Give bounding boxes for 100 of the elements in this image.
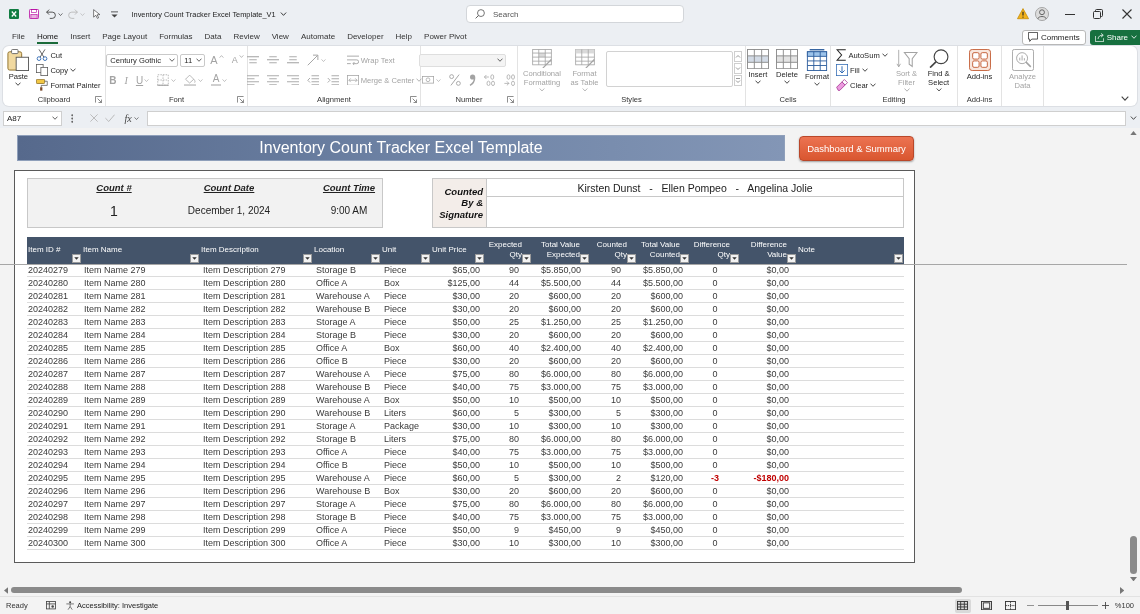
table-cell-text: Piece — [383, 303, 408, 315]
column-header: Total Value Expected — [540, 240, 580, 260]
column-header: Item Name — [83, 245, 124, 255]
table-cell-text: $3.000,00 — [539, 511, 582, 523]
table-cell-text: 20240293 — [27, 446, 70, 458]
caret-icon — [436, 78, 441, 82]
menu-tab[interactable]: Page Layout — [102, 30, 148, 44]
filter-dropdown-icon[interactable] — [371, 254, 380, 263]
table-cell-text: $40,00 — [451, 511, 481, 523]
table-cell-text: $600,00 — [547, 329, 582, 341]
warning-icon[interactable] — [1017, 8, 1029, 20]
table-cell-text: $6.000,00 — [539, 498, 582, 510]
table-cell-text: Storage B — [315, 433, 358, 445]
filter-dropdown-icon[interactable] — [730, 254, 739, 263]
menu-tab[interactable]: Power Pivot — [424, 30, 467, 44]
triangle-left-icon[interactable] — [4, 586, 9, 594]
dialog-launcher-icon[interactable] — [507, 95, 514, 103]
filter-dropdown-icon[interactable] — [72, 254, 81, 263]
search-field[interactable]: Search — [466, 5, 684, 23]
restore-icon[interactable] — [1093, 9, 1103, 19]
name-box[interactable]: A87 — [3, 110, 62, 126]
table-cell-text: $125,00 — [446, 277, 481, 289]
expand-icon[interactable] — [734, 75, 742, 86]
triangle-up-icon[interactable] — [1130, 131, 1137, 136]
view-button[interactable] — [954, 598, 971, 613]
dialog-launcher-icon[interactable] — [237, 95, 244, 103]
table-cell-text: $0,00 — [765, 459, 790, 471]
filter-dropdown-icon[interactable] — [522, 254, 531, 263]
triangle-down-icon[interactable] — [1130, 576, 1137, 581]
filter-dropdown-icon[interactable] — [421, 254, 430, 263]
sheet-icon[interactable] — [45, 601, 56, 610]
share-button[interactable]: Share — [1089, 29, 1140, 45]
menu-tab[interactable]: Data — [204, 30, 222, 44]
table-cell-text: Piece — [383, 537, 408, 549]
menu-tab[interactable]: Help — [395, 30, 413, 44]
minus-icon[interactable] — [1026, 604, 1034, 607]
menu-tab[interactable]: View — [271, 30, 289, 44]
undo-icon[interactable] — [46, 9, 56, 19]
formula-input[interactable] — [146, 110, 1126, 126]
table-cell-text: $500,00 — [649, 459, 684, 471]
table-cell-text: $50,00 — [451, 459, 481, 471]
scrollbar-thumb[interactable] — [11, 587, 962, 593]
table-cell-text: $60,00 — [451, 407, 481, 419]
view-button[interactable] — [1002, 598, 1019, 613]
table-cell-text: Item Name 299 — [83, 524, 147, 536]
filter-dropdown-icon[interactable] — [627, 254, 636, 263]
table-cell-text: $0,00 — [765, 446, 790, 458]
table-cell-text: 80 — [508, 498, 520, 510]
dialog-launcher-icon[interactable] — [95, 95, 102, 103]
scrollbar-thumb[interactable] — [1130, 535, 1137, 574]
plus-icon[interactable] — [1101, 602, 1109, 609]
caret-icon[interactable] — [1130, 116, 1137, 120]
triangle-right-icon[interactable] — [1119, 586, 1124, 594]
dialog-launcher-icon[interactable] — [410, 95, 417, 103]
paint-roller-icon — [36, 79, 49, 91]
table-cell-text: 90 — [508, 264, 520, 276]
table-cell-text: 75 — [610, 381, 622, 393]
caret-icon[interactable] — [58, 12, 63, 16]
menu-tab[interactable]: Insert — [70, 30, 91, 44]
decrease-indent-icon — [306, 74, 319, 86]
table-cell-text: 20240290 — [27, 407, 70, 419]
menu-tab[interactable]: Automate — [300, 30, 336, 44]
table-cell-text: Item Description 284 — [202, 329, 287, 341]
caret-icon[interactable] — [279, 12, 287, 16]
filter-dropdown-icon[interactable] — [580, 254, 589, 263]
search-icon — [927, 49, 950, 69]
menu-tab[interactable]: Review — [233, 30, 260, 44]
merge-cells-icon — [346, 74, 359, 86]
table-cell-text: $30,00 — [451, 537, 481, 549]
avatar-icon[interactable] — [1035, 7, 1049, 21]
app-logo-icon — [9, 9, 19, 19]
filter-dropdown-icon[interactable] — [894, 254, 903, 263]
table-cell-text: 20240289 — [27, 394, 70, 406]
caret-icon[interactable] — [1121, 96, 1129, 101]
filter-dropdown-icon[interactable] — [680, 254, 689, 263]
table-cell-text: Item Name 294 — [83, 459, 147, 471]
menu-tab[interactable]: File — [12, 30, 25, 44]
insert-function-button[interactable]: fx — [124, 112, 139, 124]
table-cell-text: 20240299 — [27, 524, 70, 536]
table-cell-text: $3.000,00 — [641, 511, 684, 523]
close-icon[interactable] — [1122, 9, 1132, 19]
slider-thumb[interactable] — [1066, 601, 1070, 610]
view-button[interactable] — [978, 598, 995, 613]
table-cell-text: $600,00 — [649, 290, 684, 302]
table-cell-text: Item Description 285 — [202, 342, 287, 354]
dropdown-icon[interactable] — [110, 10, 118, 18]
filter-dropdown-icon[interactable] — [190, 254, 199, 263]
table-cell-text: 44 — [508, 277, 520, 289]
table-cell-text: 0 — [711, 446, 719, 458]
comments-button[interactable]: Comments — [1021, 29, 1086, 45]
table-cell-text: 20 — [508, 355, 520, 367]
caret-icon — [754, 80, 761, 85]
menu-tab[interactable]: Formulas — [159, 30, 193, 44]
filter-dropdown-icon[interactable] — [475, 254, 484, 263]
menu-tab[interactable]: Developer — [347, 30, 384, 44]
filter-dropdown-icon[interactable] — [303, 254, 312, 263]
table-cell-text: 80 — [610, 433, 622, 445]
filter-dropdown-icon[interactable] — [787, 254, 796, 263]
minimize-icon[interactable] — [1065, 13, 1075, 15]
cursor-icon[interactable] — [93, 9, 101, 19]
